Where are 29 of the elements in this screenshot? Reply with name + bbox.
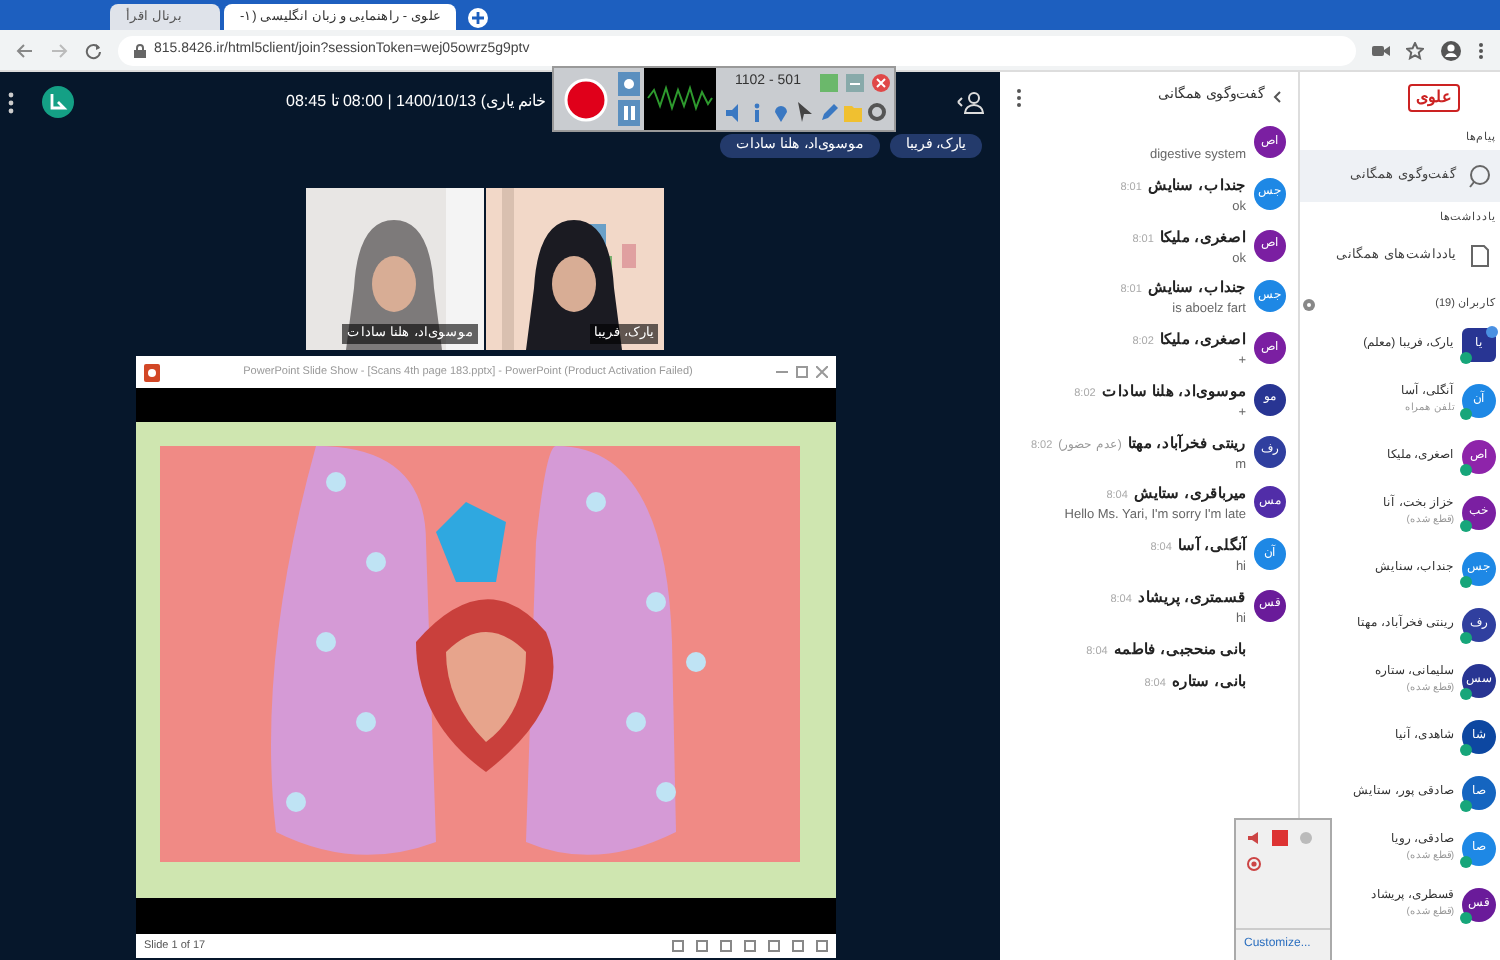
forward-icon <box>50 41 68 59</box>
options-icon <box>8 91 14 113</box>
minimize-icon <box>846 73 864 91</box>
account-icon <box>1440 39 1462 61</box>
star-icon <box>1406 41 1424 59</box>
cursor-icon <box>796 101 814 121</box>
close-icon <box>816 366 828 378</box>
presenter-icon <box>1486 325 1498 337</box>
more-icon <box>1478 41 1484 59</box>
speaker-icon <box>1246 830 1262 846</box>
reload-icon <box>84 41 102 59</box>
back-icon <box>16 41 34 59</box>
chevron-icon <box>1272 90 1282 104</box>
powerpoint-icon <box>144 363 160 381</box>
pencil-icon <box>820 101 838 121</box>
maximize-icon <box>796 366 808 378</box>
minimize-icon <box>776 366 788 378</box>
speaker-icon <box>724 101 742 121</box>
pin-icon <box>772 101 790 121</box>
users-icon <box>956 90 984 114</box>
lock-icon <box>134 43 146 57</box>
chat-options-icon <box>1016 87 1022 107</box>
meeting-title: خانم یاری) 1400/10/13 | 08:00 تا 08:45 <box>286 90 547 114</box>
audio-wave-icon <box>644 68 716 130</box>
brand-logo: علوی <box>1408 83 1460 111</box>
close-icon <box>872 73 890 91</box>
logo-icon <box>42 86 74 118</box>
app-icon <box>1272 830 1288 846</box>
folder-icon <box>844 101 862 121</box>
